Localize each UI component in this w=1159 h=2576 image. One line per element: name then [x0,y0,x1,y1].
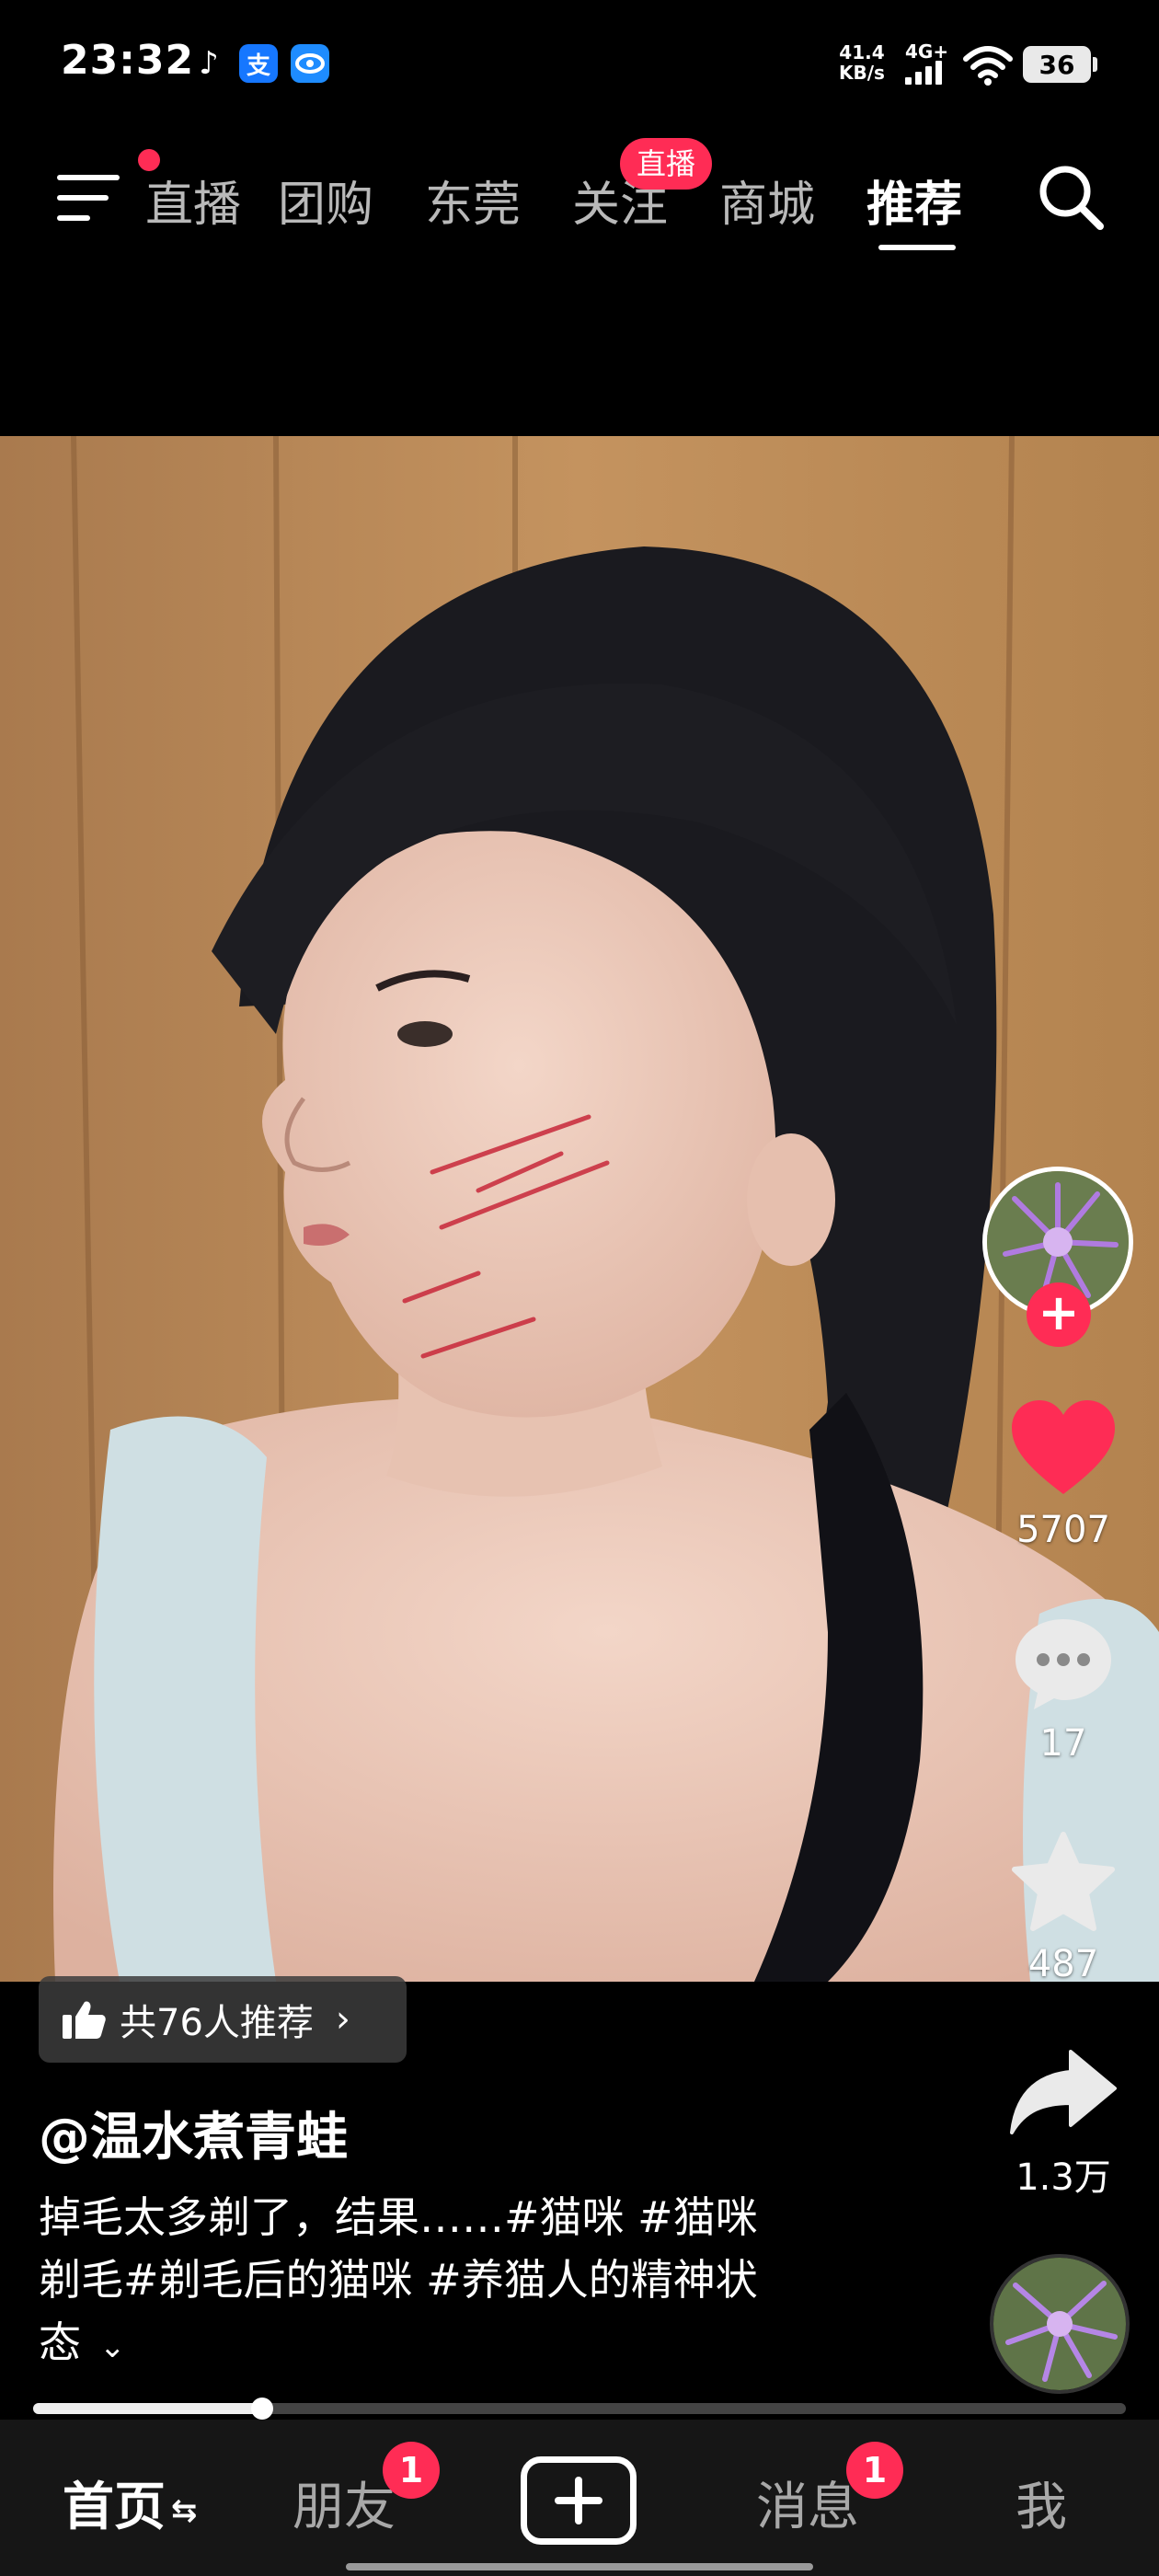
alipay-icon: 支 [239,44,278,83]
messages-badge: 1 [846,2442,903,2499]
description-line: 剃毛#剃毛后的猫咪 #养猫人的精神状 [39,2255,758,2305]
battery-indicator: 36 [1023,46,1097,83]
share-count: 1.3万 [1016,2156,1111,2199]
cell-signal-icon [905,61,942,85]
comment-icon [1016,1619,1111,1709]
recommend-chip[interactable]: 共76人推荐 › [39,1976,407,2063]
expand-chevron-icon[interactable]: ⌄ [99,2329,126,2365]
menu-button[interactable] [53,171,120,226]
tab-home[interactable]: 首页 ⇆ [63,2466,198,2540]
china-telecom-icon [291,44,329,83]
network-speed-value: 41.4 [839,41,885,63]
description-line: 态 [39,2317,81,2367]
recommend-count: 共76人推荐 [120,2002,314,2044]
music-disc[interactable] [990,2254,1130,2394]
favorite-button[interactable]: 487 [999,1831,1128,1985]
video-progress-bar[interactable] [33,2398,1126,2420]
tab-live[interactable]: 直播 [145,166,241,235]
bottom-tab-bar: 首页 ⇆ 朋友 1 消息 1 我 [0,2420,1159,2576]
comment-button[interactable]: 17 [999,1614,1128,1765]
friends-badge: 1 [383,2442,440,2499]
tab-group-buy[interactable]: 团购 [278,166,373,235]
music-cover-image [993,2258,1126,2390]
like-count: 5707 [1016,1509,1110,1551]
tab-recommend[interactable]: 推荐 [866,166,962,235]
status-time: 23:32 [61,37,195,84]
star-icon [1012,1832,1115,1931]
favorite-count: 487 [1027,1943,1099,1985]
tab-me[interactable]: 我 [1016,2466,1067,2540]
wifi-icon [963,46,1013,86]
video-progress-handle[interactable] [251,2398,274,2420]
create-button[interactable] [521,2456,637,2545]
like-button[interactable]: 5707 [999,1398,1128,1551]
active-tab-indicator [878,245,956,250]
heart-icon [1012,1400,1115,1494]
tiktok-icon: ♪ [199,45,219,82]
tab-mall[interactable]: 商城 [719,166,815,235]
swap-icon: ⇆ [171,2491,198,2529]
following-live-badge: 直播 [620,138,713,190]
video-player[interactable] [0,436,1159,1982]
share-icon [1010,2050,1117,2134]
network-speed: 41.4 KB/s [839,42,885,83]
description-line-last: 态 ⌄ [39,2311,866,2378]
video-progress-fill [33,2403,263,2414]
top-nav: 直播 团购 东莞 关注 直播 商城 推荐 [0,138,1159,258]
plus-icon [555,2477,602,2524]
follow-button[interactable]: + [1027,1282,1091,1347]
tab-home-label: 首页 [63,2478,166,2537]
video-frame-image [0,436,1159,1982]
video-description[interactable]: 掉毛太多剃了，结果……#猫咪 #猫咪 剃毛#剃毛后的猫咪 #养猫人的精神状 态 ⌄ [39,2186,866,2378]
comment-count: 17 [1039,1722,1087,1765]
network-speed-unit: KB/s [839,62,885,84]
description-line: 掉毛太多剃了，结果……#猫咪 #猫咪 [39,2192,758,2242]
tab-friends[interactable]: 朋友 [293,2466,396,2540]
share-button[interactable]: 1.3万 [999,2046,1128,2201]
network-type: 4G+ [905,40,949,63]
author-name[interactable]: @温水煮青蛙 [39,2096,348,2170]
chevron-right-icon: › [335,1998,350,2041]
thumbs-up-icon [63,2001,106,2039]
tab-messages[interactable]: 消息 [756,2466,859,2540]
home-indicator [346,2563,813,2570]
tab-dongguan[interactable]: 东莞 [425,166,521,235]
status-bar: 23:32 ♪ 支 41.4 KB/s 4G+ 36 [0,0,1159,129]
search-icon[interactable] [1034,160,1107,234]
